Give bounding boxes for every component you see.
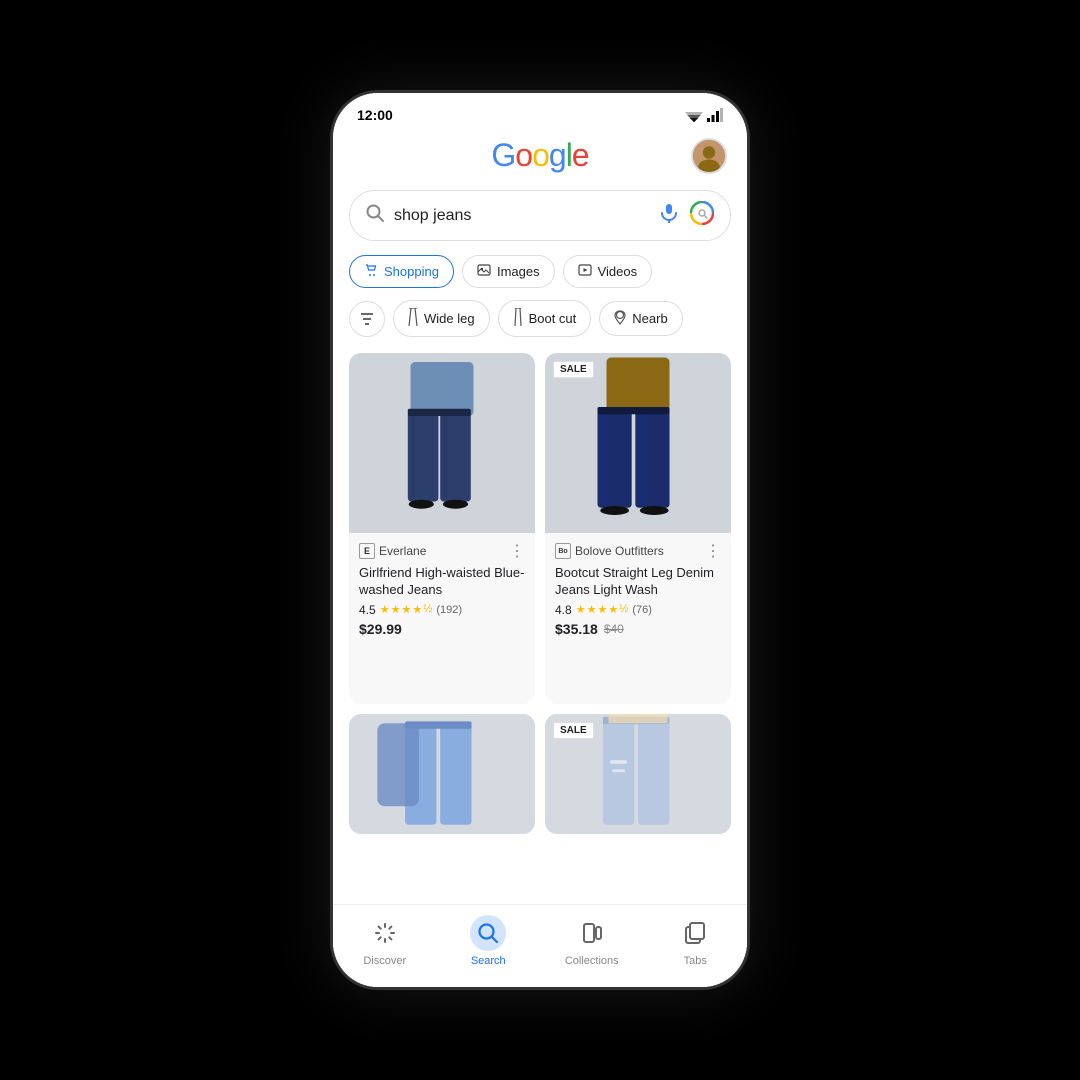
review-count-1: (192) [436,604,462,616]
logo-g2: g [549,137,566,173]
nav-item-collections[interactable]: Collections [557,915,627,967]
price-row-1: $29.99 [359,621,525,637]
nav-label-tabs: Tabs [684,955,707,967]
rating-num-1: 4.5 [359,603,376,617]
review-count-2: (76) [632,604,652,616]
phone-frame: 12:00 Google [330,90,750,990]
shopping-icon [364,263,378,280]
nav-icon-discover [367,915,403,951]
boot-cut-icon [513,308,523,329]
price-original-2: $40 [604,622,624,636]
nav-item-search[interactable]: Search [453,915,523,967]
merchant-row-1: E Everlane ⋮ [359,541,525,561]
images-icon [477,263,491,280]
product-image-1 [349,353,535,533]
filter-button[interactable] [349,301,385,337]
logo-o1: o [515,137,532,173]
videos-icon [578,263,592,280]
app-header: Google [333,129,747,182]
logo-e: e [572,137,589,173]
nav-icon-collections [574,915,610,951]
chip-videos[interactable]: Videos [563,255,653,288]
nav-icon-search [470,915,506,951]
product-title-2: Bootcut Straight Leg Denim Jeans Light W… [555,565,721,599]
filter-chip-nearby[interactable]: Nearb [599,301,682,336]
product-title-1: Girlfriend High-waisted Blue-washed Jean… [359,565,525,599]
category-chips-row: Shopping Images [333,249,747,294]
tabs-icon [684,922,706,944]
nav-label-search: Search [471,955,506,967]
product-image-4: SALE [545,714,731,834]
product-card-2[interactable]: SALE [545,353,731,704]
stars-2: ★ ★ ★ ★ ½ [576,603,629,616]
filter-wide-leg-label: Wide leg [424,311,475,326]
status-bar: 12:00 [333,93,747,129]
discover-icon [374,922,396,944]
status-icons [685,108,723,122]
rating-row-2: 4.8 ★ ★ ★ ★ ½ (76) [555,603,721,617]
search-icon [366,204,384,227]
nav-icon-tabs [677,915,713,951]
google-logo: Google [491,137,588,174]
chip-images-label: Images [497,264,540,279]
merchant-name-2: Bo Bolove Outfitters [555,543,664,559]
product-image-2: SALE [545,353,731,533]
price-2: $35.18 [555,621,598,637]
stars-1: ★ ★ ★ ★ ½ [380,603,433,616]
jeans-illustration-2 [545,353,731,533]
product-image-3 [349,714,535,834]
logo-o2: o [532,137,549,173]
signal-icon [707,108,723,122]
filter-nearby-label: Nearb [632,311,667,326]
product-card-3[interactable] [349,714,535,834]
products-grid: E Everlane ⋮ Girlfriend High-waisted Blu… [333,343,747,904]
chip-images[interactable]: Images [462,255,555,288]
rating-num-2: 4.8 [555,603,572,617]
search-nav-icon [477,922,499,944]
bottom-nav: Discover Search Collecti [333,904,747,987]
product-card-4[interactable]: SALE [545,714,731,834]
filter-boot-cut-label: Boot cut [529,311,577,326]
merchant-name-1: E Everlane [359,543,426,559]
sale-badge-4: SALE [553,722,594,739]
filter-chip-wide-leg[interactable]: Wide leg [393,300,490,337]
chip-shopping[interactable]: Shopping [349,255,454,288]
product-info-1: E Everlane ⋮ Girlfriend High-waisted Blu… [349,533,535,645]
status-time: 12:00 [357,107,393,123]
collections-icon [581,922,603,944]
phone-screen: 12:00 Google [333,93,747,987]
nearby-icon [614,309,626,328]
user-avatar[interactable] [691,138,727,174]
chip-videos-label: Videos [598,264,638,279]
sale-badge-2: SALE [553,361,594,378]
price-1: $29.99 [359,621,402,637]
nav-label-collections: Collections [565,955,619,967]
nav-label-discover: Discover [363,955,406,967]
jeans-illustration-1 [349,353,535,533]
nav-item-discover[interactable]: Discover [350,915,420,967]
rating-row-1: 4.5 ★ ★ ★ ★ ½ (192) [359,603,525,617]
mic-icon[interactable] [658,202,680,230]
wifi-icon [685,108,703,122]
nav-item-tabs[interactable]: Tabs [660,915,730,967]
search-bar[interactable]: shop jeans [349,190,731,241]
jeans-illustration-3 [349,714,535,834]
filter-chip-boot-cut[interactable]: Boot cut [498,300,592,337]
wide-leg-icon [408,308,418,329]
logo-g: G [491,137,515,173]
product-card-1[interactable]: E Everlane ⋮ Girlfriend High-waisted Blu… [349,353,535,704]
more-options-2[interactable]: ⋮ [705,541,721,561]
filter-row: Wide leg Boot cut Nearb [333,294,747,343]
lens-icon[interactable] [690,201,714,230]
merchant-icon-1: E [359,543,375,559]
more-options-1[interactable]: ⋮ [509,541,525,561]
chip-shopping-label: Shopping [384,264,439,279]
price-row-2: $35.18 $40 [555,621,721,637]
product-info-2: Bo Bolove Outfitters ⋮ Bootcut Straight … [545,533,731,645]
search-query: shop jeans [394,207,648,225]
merchant-row-2: Bo Bolove Outfitters ⋮ [555,541,721,561]
merchant-icon-2: Bo [555,543,571,559]
